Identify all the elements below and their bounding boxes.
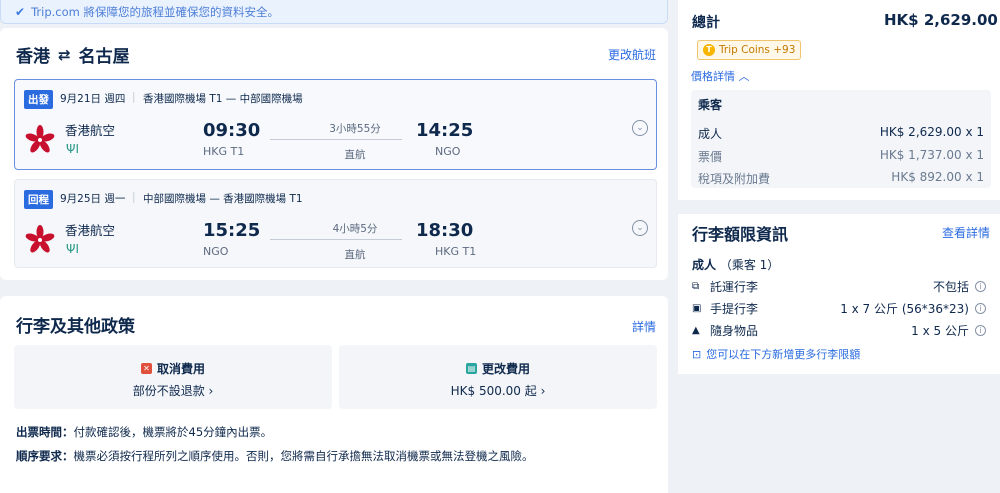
baggage-row-value: 1 x 7 公斤 (56*36*23) (840, 302, 969, 316)
info-icon[interactable]: i (975, 281, 986, 292)
baggage-title: 行李額限資訊 (692, 225, 789, 244)
price-row-taxes: 稅項及附加費 HK$ 892.00 x 1 (698, 170, 984, 187)
policy-detail-link[interactable]: 詳情 (632, 318, 656, 335)
personal-item-row: ▲ 隨身物品 1 x 5 公斤 i (692, 322, 986, 339)
baggage-row-label: 託運行李 (710, 280, 759, 294)
price-row-adult: 成人 HK$ 2,629.00 x 1 (698, 125, 984, 142)
duration-line (270, 239, 402, 240)
departure-time: 15:25 (203, 220, 261, 241)
baggage-row-label: 隨身物品 (710, 324, 759, 338)
ticketing-time-text: 付款確認後，機票將於45分鐘內出票。 (73, 425, 273, 439)
checked-baggage-icon: ⧉ (692, 281, 700, 292)
trip-coins-text: Trip Coins +93 (719, 44, 796, 56)
add-baggage-icon: ⊡ (692, 347, 702, 361)
baggage-row-value: 1 x 5 公斤 (911, 324, 969, 338)
route-destination: 名古屋 (78, 47, 130, 67)
info-icon[interactable]: i (975, 303, 986, 314)
shield-check-icon: ✔ (15, 4, 26, 19)
return-segment[interactable]: 回程 9月25日 週一 | 中部國際機場 — 香港國際機場 T1 香港航空 ΨΙ… (14, 179, 657, 268)
arrival-airport-code: HKG T1 (435, 245, 477, 258)
cancel-fee-icon: ✕ (140, 363, 152, 374)
security-banner-text: Trip.com 將保障您的旅程並確保您的資料安全。 (31, 4, 279, 19)
price-row-label: 稅項及附加費 (698, 172, 771, 186)
cancellation-fee-title: 取消費用 (156, 362, 205, 376)
flight-duration: 4小時5分 (332, 223, 378, 235)
arrival-time: 18:30 (416, 220, 474, 241)
stops-label: 直航 (344, 149, 366, 161)
change-fee-title: 更改費用 (481, 362, 530, 376)
duration-line (270, 139, 402, 140)
segment-date: 9月21日 週四 (60, 93, 126, 105)
ticketing-time-line: 出票時間：付款確認後，機票將於45分鐘內出票。 (16, 424, 272, 440)
route-origin: 香港 (16, 47, 50, 67)
baggage-detail-link[interactable]: 查看詳情 (942, 224, 990, 241)
hong-kong-airlines-logo-icon (25, 125, 55, 153)
price-row-value: HK$ 1,737.00 x 1 (879, 148, 984, 162)
carry-on-baggage-row: ▣ 手提行李 1 x 7 公斤 (56*36*23) i (692, 300, 986, 317)
segment-airports: 香港國際機場 T1 — 中部國際機場 (143, 93, 303, 105)
price-details-toggle[interactable]: 價格詳情 ︿ (691, 68, 750, 84)
sequence-requirement-text: 機票必須按行程所列之順序使用。否則，您將需自行承擔無法取消機票或無法登機之風險。 (73, 449, 534, 463)
total-price: HK$ 2,629.00 (884, 11, 998, 29)
trip-coins-badge: T Trip Coins +93 (697, 40, 802, 60)
change-flight-link[interactable]: 更改航班 (608, 46, 656, 63)
divider: | (132, 191, 136, 203)
baggage-passenger-index: （乘客 1） (719, 258, 780, 272)
add-baggage-text: 您可以在下方新增更多行李限額 (706, 348, 861, 361)
price-row-label: 票價 (698, 150, 723, 164)
baggage-row-label: 手提行李 (710, 302, 759, 316)
carry-on-bag-icon: ▣ (692, 303, 702, 314)
info-icon[interactable]: i (975, 325, 986, 336)
price-row-label: 成人 (698, 127, 723, 141)
passenger-title: 乘客 (698, 98, 723, 112)
divider: | (132, 91, 136, 103)
chevron-down-icon[interactable]: ⌄ (632, 120, 648, 136)
arrival-time: 14:25 (416, 120, 474, 141)
ticketing-time-label: 出票時間： (16, 425, 74, 439)
baggage-row-value: 不包括 (932, 280, 969, 294)
price-row-value: HK$ 892.00 x 1 (891, 170, 984, 184)
baggage-passenger: 成人 （乘客 1） (692, 256, 779, 273)
outbound-segment[interactable]: 出發 9月21日 週四 | 香港國際機場 T1 — 中部國際機場 香港航空 ΨΙ… (14, 79, 657, 170)
segment-date: 9月25日 週一 (60, 193, 126, 205)
departure-airport-code: HKG T1 (203, 145, 245, 158)
segment-airports: 中部國際機場 — 香港國際機場 T1 (143, 193, 303, 205)
meal-icon: ΨΙ (66, 242, 79, 256)
round-trip-icon: ⇄ (58, 45, 71, 64)
flight-duration: 3小時55分 (329, 123, 381, 135)
segment-tag: 出發 (24, 90, 53, 109)
departure-time: 09:30 (203, 120, 261, 141)
coin-icon: T (703, 44, 715, 56)
change-fee-value: HK$ 500.00 起 › (450, 384, 546, 398)
personal-item-icon: ▲ (692, 325, 700, 336)
meal-icon: ΨΙ (66, 142, 79, 156)
add-baggage-hint[interactable]: ⊡ 您可以在下方新增更多行李限額 (692, 346, 860, 362)
policy-title: 行李及其他政策 (16, 317, 135, 337)
segment-tag: 回程 (24, 190, 53, 209)
airline-name: 香港航空 (65, 223, 116, 238)
cancellation-fee-value: 部份不設退款 › (132, 384, 214, 398)
price-row-fare: 票價 HK$ 1,737.00 x 1 (698, 148, 984, 165)
price-row-value: HK$ 2,629.00 x 1 (879, 125, 984, 139)
arrival-airport-code: NGO (435, 145, 461, 158)
departure-airport-code: NGO (203, 245, 229, 258)
route-title: 香港 ⇄ 名古屋 (16, 42, 130, 68)
cancellation-fee-box[interactable]: ✕ 取消費用 部份不設退款 › (14, 345, 332, 409)
sequence-requirement-line: 順序要求：機票必須按行程所列之順序使用。否則，您將需自行承擔無法取消機票或無法登… (16, 448, 534, 464)
baggage-passenger-type: 成人 (692, 258, 717, 272)
stops-label: 直航 (344, 249, 366, 261)
change-fee-icon: ▤ (465, 363, 477, 374)
security-banner: ✔ Trip.com 將保障您的旅程並確保您的資料安全。 (0, 0, 668, 24)
change-fee-box[interactable]: ▤ 更改費用 HK$ 500.00 起 › (339, 345, 657, 409)
sequence-requirement-label: 順序要求： (16, 449, 74, 463)
total-label: 總計 (692, 15, 720, 31)
hong-kong-airlines-logo-icon (25, 225, 55, 253)
checked-baggage-row: ⧉ 託運行李 不包括 i (692, 278, 986, 295)
airline-name: 香港航空 (65, 123, 116, 138)
chevron-down-icon[interactable]: ⌄ (632, 220, 648, 236)
